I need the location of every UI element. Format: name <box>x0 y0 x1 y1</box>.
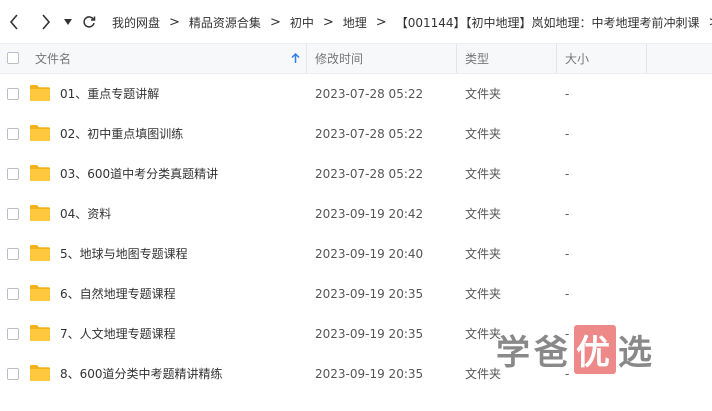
breadcrumb-separator: > <box>269 14 281 30</box>
table-row[interactable]: 04、资料 2023-09-19 20:42 文件夹 - <box>0 194 712 234</box>
modified-time: 2023-09-19 20:42 <box>315 207 424 221</box>
row-checkbox[interactable] <box>7 88 19 100</box>
table-row[interactable]: 02、初中重点填图训练 2023-07-28 05:22 文件夹 - <box>0 114 712 154</box>
file-name[interactable]: 5、地球与地图专题课程 <box>60 234 188 274</box>
row-checkbox[interactable] <box>7 368 19 380</box>
folder-icon <box>30 85 50 101</box>
breadcrumb-item-current-course[interactable]: 【001144】【初中地理】岚如地理：中考地理考前冲刺课 <box>396 14 700 31</box>
table-row[interactable]: 01、重点专题讲解 2023-07-28 05:22 文件夹 - <box>0 74 712 114</box>
modified-time: 2023-07-28 05:22 <box>315 167 424 181</box>
file-name[interactable]: 6、自然地理专题课程 <box>60 274 176 314</box>
folder-icon <box>30 245 50 261</box>
column-header-name[interactable]: 文件名 <box>35 44 71 73</box>
column-divider <box>306 44 307 73</box>
table-row[interactable]: 03、600道中考分类真题精讲 2023-07-28 05:22 文件夹 - <box>0 154 712 194</box>
file-type: 文件夹 <box>465 287 502 301</box>
folder-icon <box>30 165 50 181</box>
file-name[interactable]: 8、600道分类中考题精讲精练 <box>60 354 223 394</box>
file-type: 文件夹 <box>465 247 502 261</box>
file-name[interactable]: 01、重点专题讲解 <box>60 74 159 114</box>
watermark-text: 选 <box>618 332 656 373</box>
file-name[interactable]: 03、600道中考分类真题精讲 <box>60 154 218 194</box>
refresh-icon <box>83 16 96 28</box>
breadcrumb-separator: > <box>169 14 180 30</box>
watermark: 学爸优选 <box>496 324 656 374</box>
breadcrumb-item-geography[interactable]: 地理 <box>343 14 367 31</box>
modified-time: 2023-07-28 05:22 <box>315 127 424 141</box>
column-divider <box>456 44 457 73</box>
modified-time: 2023-07-28 05:22 <box>315 87 424 101</box>
breadcrumb-separator: > <box>375 14 387 30</box>
file-size: - <box>565 167 570 181</box>
column-divider <box>646 44 647 73</box>
file-type: 文件夹 <box>465 167 502 181</box>
forward-button[interactable] <box>36 10 56 34</box>
modified-time: 2023-09-19 20:35 <box>315 287 424 301</box>
row-checkbox[interactable] <box>7 168 19 180</box>
row-checkbox[interactable] <box>7 248 19 260</box>
row-checkbox[interactable] <box>7 128 19 140</box>
column-header-size[interactable]: 大小 <box>565 44 589 73</box>
caret-down-icon <box>64 19 72 25</box>
sort-ascending-button[interactable] <box>291 44 300 73</box>
breadcrumb-item-my-drive[interactable]: 我的网盘 <box>112 14 160 31</box>
select-all-checkbox[interactable] <box>7 52 19 64</box>
watermark-text: 学爸 <box>496 332 572 373</box>
file-name[interactable]: 04、资料 <box>60 194 111 234</box>
column-header-modified[interactable]: 修改时间 <box>315 44 363 73</box>
file-size: - <box>565 287 570 301</box>
table-row[interactable]: 5、地球与地图专题课程 2023-09-19 20:40 文件夹 - <box>0 234 712 274</box>
folder-icon <box>30 365 50 381</box>
file-type: 文件夹 <box>465 87 502 101</box>
chevron-right-icon <box>42 14 51 30</box>
row-checkbox[interactable] <box>7 328 19 340</box>
watermark-highlight: 优 <box>574 324 616 374</box>
modified-time: 2023-09-19 20:40 <box>315 247 424 261</box>
modified-time: 2023-09-19 20:35 <box>315 327 424 341</box>
breadcrumb-item-junior-high[interactable]: 初中 <box>290 14 314 31</box>
row-checkbox[interactable] <box>7 208 19 220</box>
modified-time: 2023-09-19 20:35 <box>315 367 424 381</box>
file-size: - <box>565 127 570 141</box>
breadcrumb: 我的网盘 > 精品资源合集 > 初中 > 地理 > 【001144】【初中地理】… <box>112 0 712 44</box>
folder-icon <box>30 285 50 301</box>
history-dropdown-button[interactable] <box>61 10 75 34</box>
file-name[interactable]: 7、人文地理专题课程 <box>60 314 176 354</box>
file-name[interactable]: 02、初中重点填图训练 <box>60 114 183 154</box>
breadcrumb-separator: > <box>322 14 334 30</box>
file-type: 文件夹 <box>465 127 502 141</box>
folder-icon <box>30 125 50 141</box>
chevron-left-icon <box>9 14 18 30</box>
file-type: 文件夹 <box>465 207 502 221</box>
file-size: - <box>565 87 570 101</box>
refresh-button[interactable] <box>80 10 98 34</box>
breadcrumb-separator: > <box>709 15 712 30</box>
table-row[interactable]: 6、自然地理专题课程 2023-09-19 20:35 文件夹 - <box>0 274 712 314</box>
folder-icon <box>30 205 50 221</box>
navigation-bar: 我的网盘 > 精品资源合集 > 初中 > 地理 > 【001144】【初中地理】… <box>0 0 712 44</box>
column-header-type[interactable]: 类型 <box>465 44 489 73</box>
folder-icon <box>30 325 50 341</box>
file-size: - <box>565 207 570 221</box>
file-list-header: 文件名 修改时间 类型 大小 <box>0 44 712 74</box>
row-checkbox[interactable] <box>7 288 19 300</box>
file-size: - <box>565 247 570 261</box>
column-divider <box>556 44 557 73</box>
arrow-up-icon <box>291 53 300 63</box>
back-button[interactable] <box>4 10 24 34</box>
breadcrumb-item-collection[interactable]: 精品资源合集 <box>189 14 261 31</box>
